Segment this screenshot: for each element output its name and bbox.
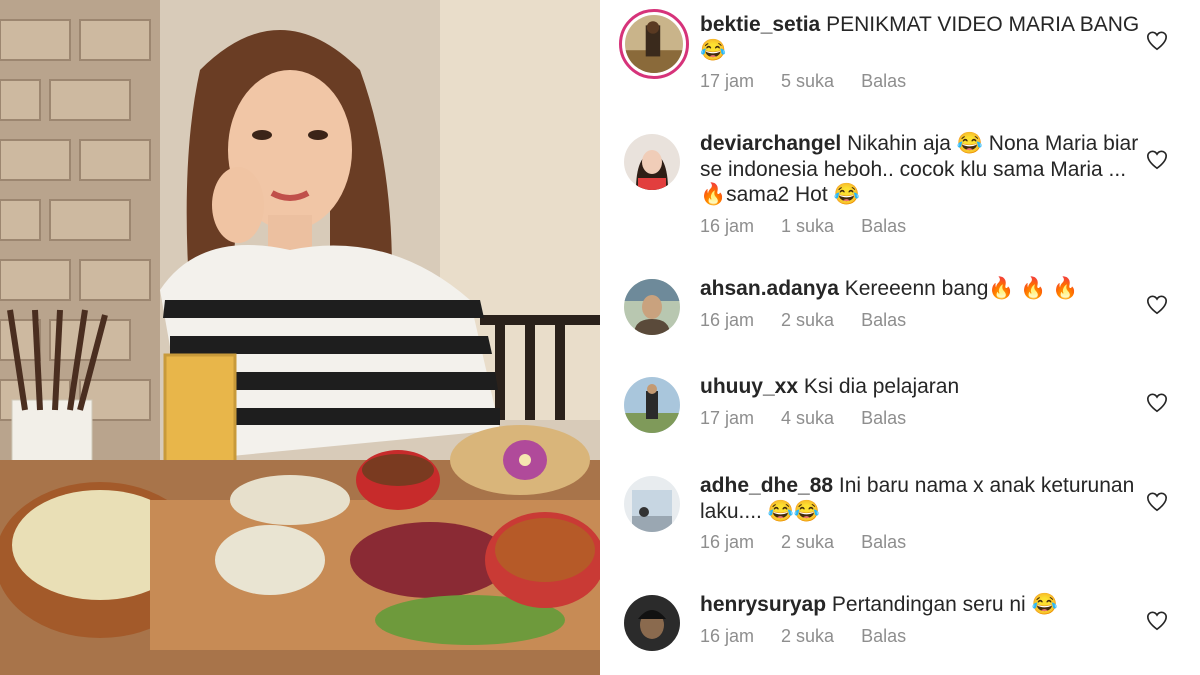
comment-text: deviarchangel Nikahin aja 😂 Nona Maria b… xyxy=(700,131,1140,208)
comment-username[interactable]: ahsan.adanya xyxy=(700,277,839,300)
comment-likes[interactable]: 1 suka xyxy=(781,216,834,236)
comment-likes[interactable]: 4 suka xyxy=(781,408,834,428)
heart-outline-icon[interactable] xyxy=(1146,610,1168,632)
comment-body: Kereeenn bang🔥 🔥 🔥 xyxy=(844,277,1079,300)
comment-meta: 17 jam 5 suka Balas xyxy=(700,71,933,92)
avatar[interactable] xyxy=(619,9,689,79)
comment-time[interactable]: 16 jam xyxy=(700,626,754,646)
comment-meta: 16 jam 2 suka Balas xyxy=(700,626,933,647)
comment-username[interactable]: adhe_dhe_88 xyxy=(700,474,833,497)
reply-button[interactable]: Balas xyxy=(861,532,906,552)
comment-time[interactable]: 16 jam xyxy=(700,532,754,552)
comment-body: Ksi dia pelajaran xyxy=(803,375,960,398)
post-photo xyxy=(0,0,600,675)
heart-outline-icon[interactable] xyxy=(1146,294,1168,316)
comment-meta: 16 jam 1 suka Balas xyxy=(700,216,933,237)
comments-panel: bektie_setia PENIKMAT VIDEO MARIA BANG 😂… xyxy=(600,0,1200,675)
comment-likes[interactable]: 2 suka xyxy=(781,532,834,552)
heart-outline-icon[interactable] xyxy=(1146,392,1168,414)
comment-meta: 16 jam 2 suka Balas xyxy=(700,532,933,553)
comment-body: Pertandingan seru ni 😂 xyxy=(831,593,1058,616)
comment-username[interactable]: uhuuy_xx xyxy=(700,375,798,398)
comment-username[interactable]: henrysuryap xyxy=(700,593,826,616)
comment-meta: 17 jam 4 suka Balas xyxy=(700,408,933,429)
heart-outline-icon[interactable] xyxy=(1146,30,1168,52)
comment-text: henrysuryap Pertandingan seru ni 😂 xyxy=(700,592,1140,618)
comment-likes[interactable]: 2 suka xyxy=(781,626,834,646)
comment-time[interactable]: 17 jam xyxy=(700,71,754,91)
reply-button[interactable]: Balas xyxy=(861,408,906,428)
avatar[interactable] xyxy=(624,595,680,651)
comment-time[interactable]: 16 jam xyxy=(700,216,754,236)
comment-likes[interactable]: 5 suka xyxy=(781,71,834,91)
comment-text: uhuuy_xx Ksi dia pelajaran xyxy=(700,374,1140,400)
avatar[interactable] xyxy=(624,134,680,190)
comment-text: adhe_dhe_88 Ini baru nama x anak keturun… xyxy=(700,473,1140,524)
heart-outline-icon[interactable] xyxy=(1146,491,1168,513)
comment-text: bektie_setia PENIKMAT VIDEO MARIA BANG 😂 xyxy=(700,12,1140,63)
comment-likes[interactable]: 2 suka xyxy=(781,310,834,330)
comment-meta: 16 jam 2 suka Balas xyxy=(700,310,933,331)
heart-outline-icon[interactable] xyxy=(1146,149,1168,171)
reply-button[interactable]: Balas xyxy=(861,71,906,91)
avatar[interactable] xyxy=(624,377,680,433)
comment-text: ahsan.adanya Kereeenn bang🔥 🔥 🔥 xyxy=(700,276,1140,302)
comment-username[interactable]: deviarchangel xyxy=(700,132,841,155)
avatar[interactable] xyxy=(624,476,680,532)
comment-time[interactable]: 17 jam xyxy=(700,408,754,428)
avatar[interactable] xyxy=(624,279,680,335)
reply-button[interactable]: Balas xyxy=(861,626,906,646)
reply-button[interactable]: Balas xyxy=(861,310,906,330)
comment-time[interactable]: 16 jam xyxy=(700,310,754,330)
comment-username[interactable]: bektie_setia xyxy=(700,13,820,36)
reply-button[interactable]: Balas xyxy=(861,216,906,236)
